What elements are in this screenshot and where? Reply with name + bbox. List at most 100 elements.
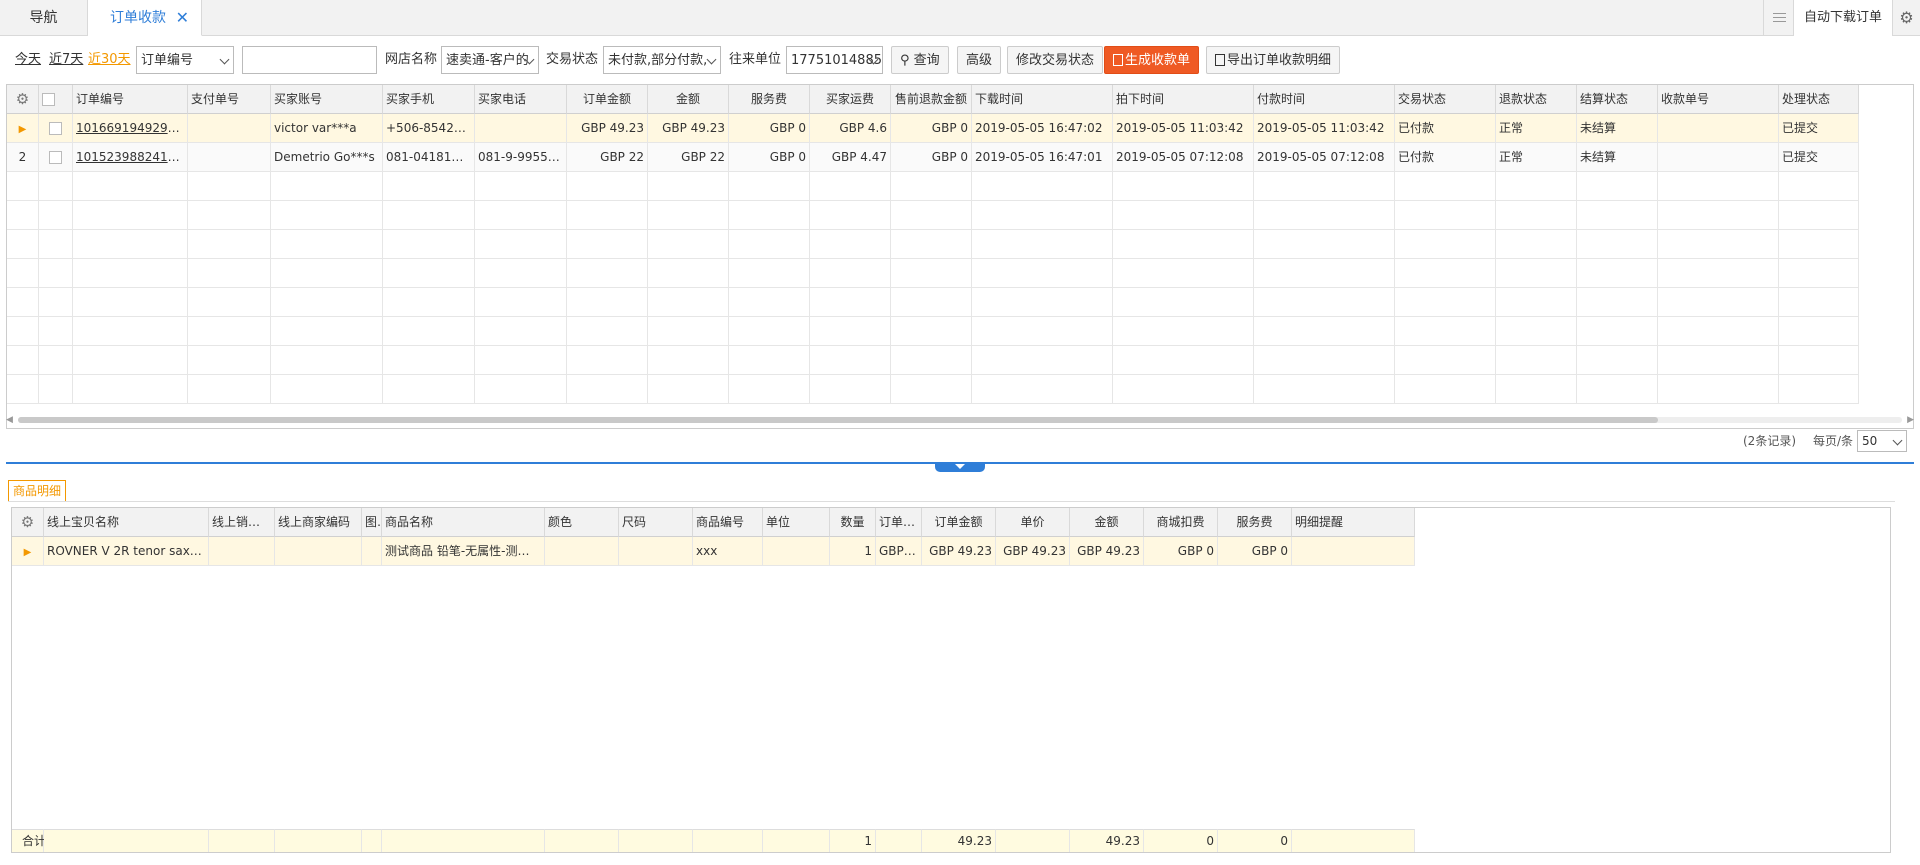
select-all-checkbox[interactable]	[42, 93, 55, 106]
table-cell-buyer-account[interactable]: Demetrio Go***s	[271, 143, 383, 172]
row-checkbox[interactable]	[49, 151, 62, 164]
tab-order-receipt[interactable]: 订单收款 ✕	[88, 0, 202, 36]
column-header-order-amount[interactable]: 订单金额	[567, 85, 648, 114]
column-header-trade-status[interactable]: 交易状态	[1395, 85, 1496, 114]
table-cell-process-status[interactable]: 已提交	[1779, 143, 1859, 172]
tab-product-details[interactable]: 商品明细	[8, 480, 67, 502]
field-select[interactable]: 订单编号	[136, 46, 234, 74]
column-header-buyer-mobile[interactable]: 买家手机	[383, 85, 475, 114]
column-header-service-fee[interactable]: 服务费	[729, 85, 810, 114]
table-cell-unit-price[interactable]: GBP 49.23	[996, 537, 1070, 566]
table-cell-order-amount[interactable]: GBP 22	[567, 143, 648, 172]
table-cell-service-fee[interactable]: GBP 0	[729, 143, 810, 172]
table-cell-shipping-fee[interactable]: GBP 4.47	[810, 143, 891, 172]
gear-icon[interactable]: ⚙	[21, 513, 34, 531]
filter-today-link[interactable]: 今天	[15, 46, 41, 74]
column-header-service-fee[interactable]: 服务费	[1218, 508, 1292, 537]
filter-last7-link[interactable]: 近7天	[49, 46, 83, 74]
table-row[interactable]: ▶ ROVNER V 2R tenor sax Hard ru... 测试商品 铅笔…	[12, 537, 1890, 566]
generate-receipt-button[interactable]: 生成收款单	[1104, 46, 1200, 74]
tab-navigation[interactable]: 导航	[0, 0, 88, 36]
list-icon[interactable]	[1762, 0, 1793, 36]
table-cell-color[interactable]	[545, 537, 619, 566]
column-header-online-sales-attr[interactable]: 线上销售属性	[209, 508, 275, 537]
column-header-order-time[interactable]: 拍下时间	[1113, 85, 1254, 114]
table-cell-pay-no[interactable]	[188, 143, 271, 172]
table-cell-order-time[interactable]: 2019-05-05 11:03:42	[1113, 114, 1254, 143]
table-cell-trade-status[interactable]: 已付款	[1395, 143, 1496, 172]
table-cell-settle-status[interactable]: 未结算	[1577, 143, 1658, 172]
table-cell-amount[interactable]: GBP 22	[648, 143, 729, 172]
column-header-amount[interactable]: 金额	[648, 85, 729, 114]
table-cell-shipping-fee[interactable]: GBP 4.6	[810, 114, 891, 143]
table-cell-order-amount[interactable]: GBP 49.23	[567, 114, 648, 143]
table-cell-pay-no[interactable]	[188, 114, 271, 143]
table-cell-select-all[interactable]	[39, 143, 73, 172]
column-header-settings[interactable]: ⚙	[12, 508, 44, 537]
column-header-pay-no[interactable]: 支付单号	[188, 85, 271, 114]
scroll-right-icon[interactable]: ▶	[1907, 414, 1914, 426]
auto-download-orders-button[interactable]: 自动下载订单	[1792, 0, 1892, 36]
table-cell-pay-time[interactable]: 2019-05-05 11:03:42	[1254, 114, 1395, 143]
table-cell-buyer-account[interactable]: victor var***a	[271, 114, 383, 143]
table-cell-unit[interactable]	[763, 537, 830, 566]
gear-icon[interactable]: ⚙	[16, 90, 29, 108]
table-cell-refund-status[interactable]: 正常	[1496, 114, 1577, 143]
table-cell-order-time[interactable]: 2019-05-05 07:12:08	[1113, 143, 1254, 172]
table-cell-select-all[interactable]	[39, 114, 73, 143]
column-header-select-all[interactable]	[39, 85, 73, 114]
partner-select[interactable]: 17751014885	[786, 46, 883, 74]
column-header-quantity[interactable]: 数量	[830, 508, 876, 537]
table-cell-presale-refund[interactable]: GBP 0	[891, 114, 972, 143]
column-header-process-status[interactable]: 处理状态	[1779, 85, 1859, 114]
table-cell-order-amount[interactable]: GBP 49.23	[922, 537, 996, 566]
table-cell-online-sales-attr[interactable]	[209, 537, 275, 566]
table-cell-receipt-no[interactable]	[1658, 114, 1779, 143]
table-cell-service-fee[interactable]: GBP 0	[1218, 537, 1292, 566]
column-header-online-merchant-code[interactable]: 线上商家编码	[275, 508, 362, 537]
advanced-button[interactable]: 高级	[957, 46, 1002, 74]
column-header-amount[interactable]: 金额	[1070, 508, 1144, 537]
order-no-value[interactable]: 101523988241713	[76, 150, 187, 164]
row-checkbox[interactable]	[49, 122, 62, 135]
table-cell-settings[interactable]: 2	[7, 143, 39, 172]
column-header-product-name[interactable]: 商品名称	[382, 508, 545, 537]
table-cell-presale-refund[interactable]: GBP 0	[891, 143, 972, 172]
table-cell-settle-status[interactable]: 未结算	[1577, 114, 1658, 143]
column-header-refund-status[interactable]: 退款状态	[1496, 85, 1577, 114]
column-header-shipping-fee[interactable]: 买家运费	[810, 85, 891, 114]
table-row[interactable]: 2 101523988241713 Demetrio Go***s 081-04181…	[7, 143, 1913, 172]
table-cell-buyer-mobile[interactable]: +506-8542****...	[383, 114, 475, 143]
table-cell-trade-status[interactable]: 已付款	[1395, 114, 1496, 143]
table-cell-service-fee[interactable]: GBP 0	[729, 114, 810, 143]
table-cell-buyer-mobile[interactable]: 081-0418199...	[383, 143, 475, 172]
column-header-buyer-account[interactable]: 买家账号	[271, 85, 383, 114]
modify-trade-status-button[interactable]: 修改交易状态	[1007, 46, 1104, 74]
table-cell-size[interactable]	[619, 537, 693, 566]
column-header-download-time[interactable]: 下载时间	[972, 85, 1113, 114]
column-header-order-no[interactable]: 订单编号	[73, 85, 188, 114]
table-cell-amount[interactable]: GBP 49.23	[1070, 537, 1144, 566]
column-header-detail-reminder[interactable]: 明细提醒	[1292, 508, 1415, 537]
column-header-color[interactable]: 颜色	[545, 508, 619, 537]
collapse-toggle[interactable]	[935, 462, 985, 472]
table-cell-receipt-no[interactable]	[1658, 143, 1779, 172]
table-cell-image[interactable]	[362, 537, 382, 566]
column-header-settle-status[interactable]: 结算状态	[1577, 85, 1658, 114]
table-cell-settings[interactable]: ▶	[7, 114, 39, 143]
scrollbar-thumb[interactable]	[18, 417, 1658, 423]
table-cell-quantity[interactable]: 1	[830, 537, 876, 566]
column-header-receipt-no[interactable]: 收款单号	[1658, 85, 1779, 114]
order-no-value[interactable]: 101669194929692	[76, 121, 187, 135]
column-header-settings[interactable]: ⚙	[7, 85, 39, 114]
table-cell-order-no[interactable]: 101669194929692	[73, 114, 188, 143]
column-header-product-no[interactable]: 商品编号	[693, 508, 763, 537]
table-cell-settings[interactable]: ▶	[12, 537, 44, 566]
table-cell-product-no[interactable]: xxx	[693, 537, 763, 566]
table-cell-download-time[interactable]: 2019-05-05 16:47:02	[972, 114, 1113, 143]
trade-status-select[interactable]: 未付款,部分付款,	[603, 46, 721, 74]
column-header-image[interactable]: 图片	[362, 508, 382, 537]
table-cell-online-merchant-code[interactable]	[275, 537, 362, 566]
table-cell-buyer-phone[interactable]: 081-9-9955*...	[475, 143, 567, 172]
column-header-unit-price[interactable]: 单价	[996, 508, 1070, 537]
